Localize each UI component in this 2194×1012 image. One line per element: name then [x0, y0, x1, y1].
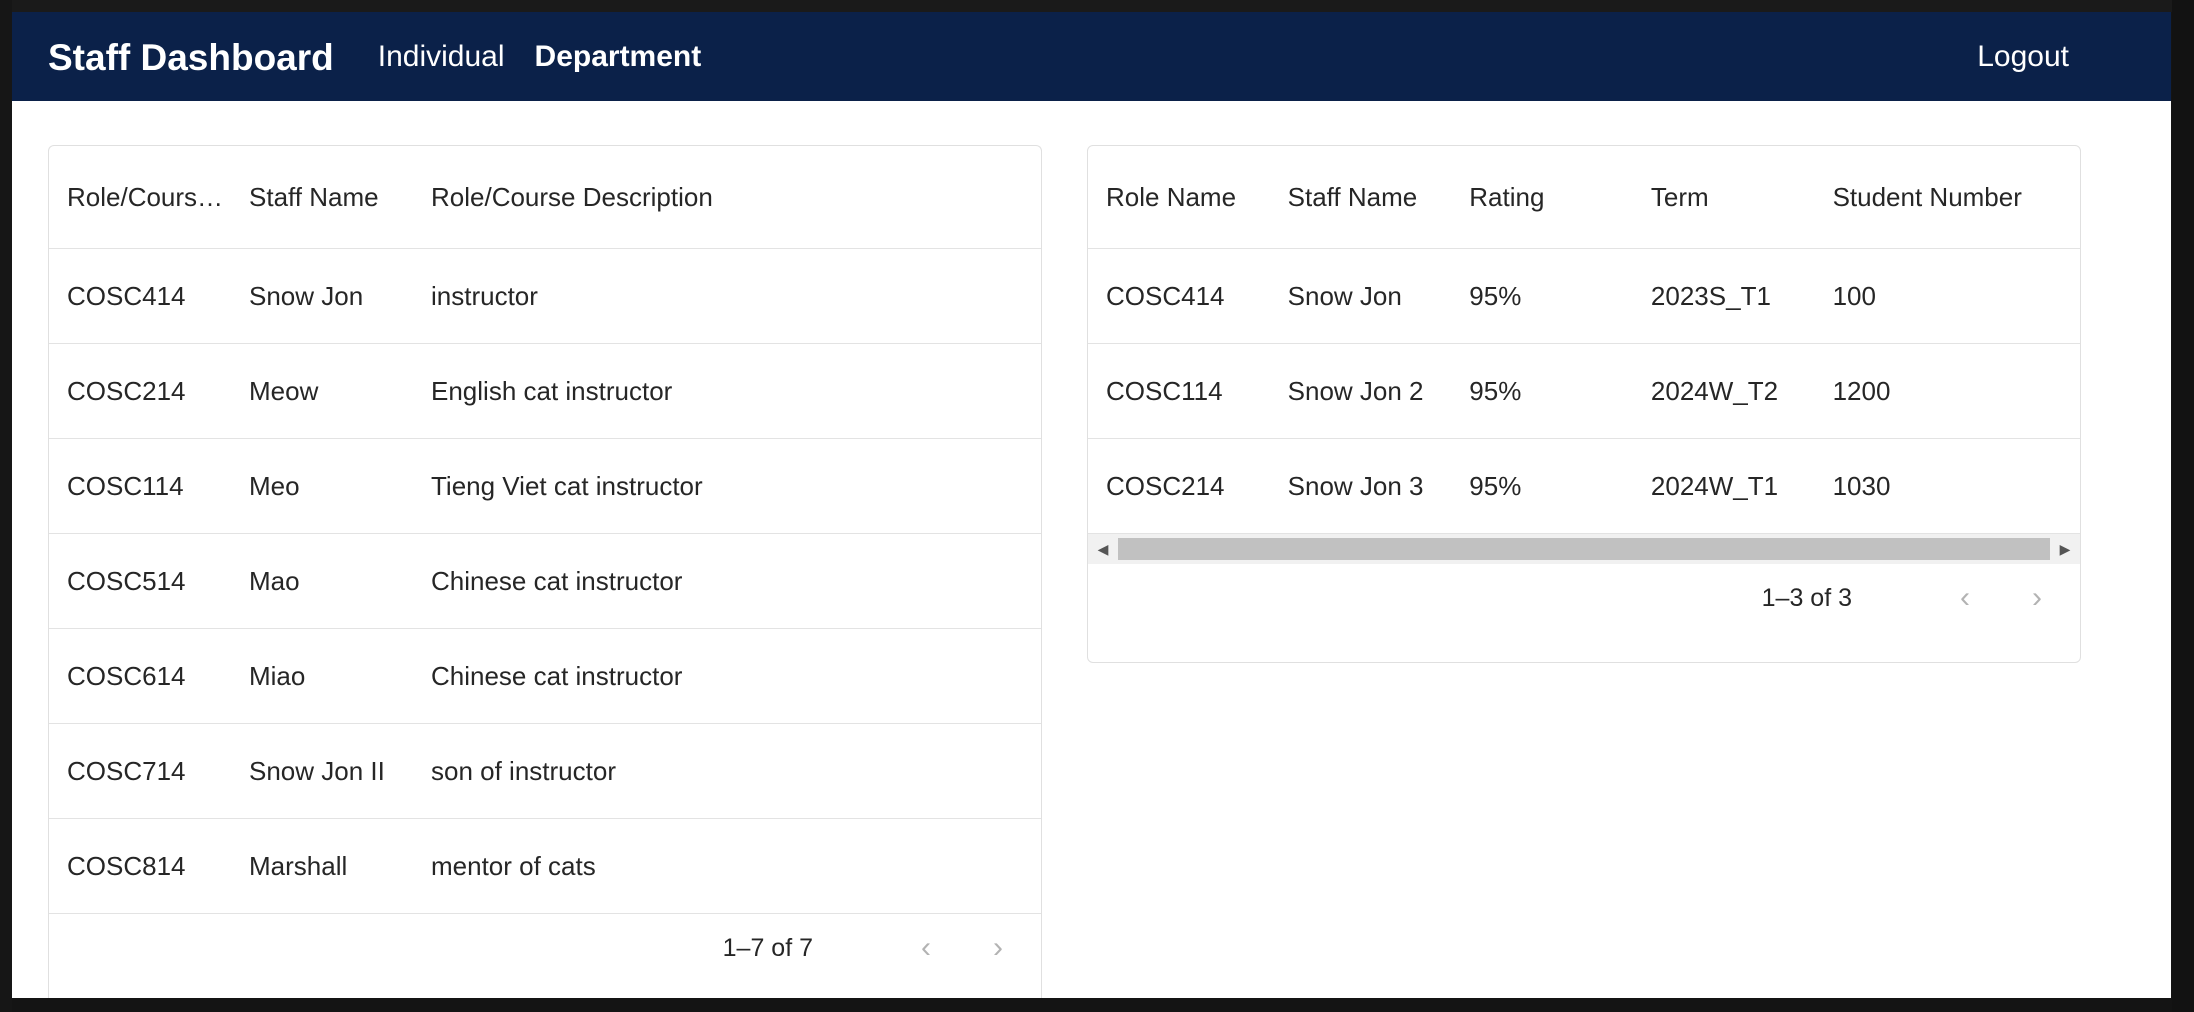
cell-role-course: COSC114: [67, 470, 184, 501]
chevron-left-icon[interactable]: ‹: [1950, 581, 1980, 614]
table-row[interactable]: COSC414 Snow Jon 95% 2023S_T1 100: [1088, 249, 2080, 344]
pagination-count: 1–7 of 7: [722, 933, 813, 962]
cell-term: 2024W_T2: [1650, 375, 1779, 406]
table-row[interactable]: COSC114 Snow Jon 2 95% 2024W_T2 1200: [1088, 344, 2080, 439]
table-row[interactable]: COSC114 Meo Tieng Viet cat instructor: [49, 439, 1041, 534]
cell-term: 2024W_T1: [1650, 470, 1779, 501]
column-header-staff-name[interactable]: Staff Name: [231, 182, 413, 213]
column-header-role-name[interactable]: Role Name: [1088, 182, 1270, 213]
pagination: 1–3 of 3 ‹ ›: [1088, 564, 2080, 632]
roles-courses-table: Role/Cours… Staff Name Role/Course Descr…: [48, 145, 1042, 998]
table-row[interactable]: COSC514 Mao Chinese cat instructor: [49, 534, 1041, 629]
cell-term: 2023S_T1: [1650, 280, 1771, 311]
cell-staff-name: Miao: [249, 660, 306, 691]
cell-description: English cat instructor: [431, 375, 673, 406]
nav-link-department[interactable]: Department: [535, 40, 702, 74]
cell-role-course: COSC714: [67, 755, 186, 786]
logout-button[interactable]: Logout: [1977, 40, 2069, 74]
scrollbar-thumb[interactable]: [1118, 538, 2050, 560]
cell-staff-name: Snow Jon 2: [1287, 375, 1424, 406]
table-row[interactable]: COSC214 Snow Jon 3 95% 2024W_T1 1030: [1088, 439, 2080, 534]
horizontal-scrollbar[interactable]: ◀ ▶: [1088, 534, 2080, 564]
cell-description: son of instructor: [431, 755, 616, 786]
background-window-right: [2172, 0, 2194, 1012]
table-row[interactable]: COSC714 Snow Jon II son of instructor: [49, 724, 1041, 819]
nav-link-individual[interactable]: Individual: [378, 40, 505, 74]
column-header-term[interactable]: Term: [1633, 182, 1815, 213]
app-window: Staff Dashboard Individual Department Lo…: [12, 12, 2171, 998]
brand-title[interactable]: Staff Dashboard: [48, 37, 334, 79]
background-window-top: [0, 0, 2194, 12]
cell-role-course: COSC814: [67, 850, 186, 881]
pagination: 1–7 of 7 ‹ ›: [49, 914, 1041, 982]
background-window-left: [0, 0, 12, 1012]
table-row[interactable]: COSC814 Marshall mentor of cats: [49, 819, 1041, 914]
table-header-row: Role Name Staff Name Rating Term Student…: [1088, 146, 2080, 249]
column-header-description[interactable]: Role/Course Description: [413, 182, 1041, 213]
table-body: COSC414 Snow Jon 95% 2023S_T1 100 COSC114 Snow…: [1088, 249, 2080, 534]
cell-description: Tieng Viet cat instructor: [431, 470, 703, 501]
chevron-left-icon[interactable]: ‹: [911, 931, 941, 964]
scroll-left-icon[interactable]: ◀: [1088, 534, 1118, 564]
cell-student-number: 1030: [1832, 470, 1891, 501]
cell-role-course: COSC214: [67, 375, 186, 406]
cell-rating: 95%: [1469, 470, 1522, 501]
cell-staff-name: Snow Jon 3: [1287, 470, 1424, 501]
cell-role-course: COSC414: [67, 280, 186, 311]
cell-staff-name: Meo: [249, 470, 300, 501]
table-body: COSC414 Snow Jon instructor COSC214 Meow Engl…: [49, 249, 1041, 914]
cell-rating: 95%: [1469, 280, 1522, 311]
ratings-table: Role Name Staff Name Rating Term Student…: [1087, 145, 2081, 663]
cell-student-number: 100: [1832, 280, 1876, 311]
scroll-right-icon[interactable]: ▶: [2050, 534, 2080, 564]
column-header-staff-name[interactable]: Staff Name: [1270, 182, 1452, 213]
column-header-student-number[interactable]: Student Number: [1815, 182, 2080, 213]
chevron-right-icon[interactable]: ›: [2022, 581, 2052, 614]
pagination-count: 1–3 of 3: [1761, 583, 1852, 612]
cell-description: mentor of cats: [431, 850, 596, 881]
cell-role-name: COSC214: [1106, 470, 1225, 501]
scrollbar-track[interactable]: [1118, 534, 2050, 564]
cell-student-number: 1200: [1832, 375, 1891, 406]
cell-staff-name: Snow Jon II: [249, 755, 385, 786]
table-row[interactable]: COSC414 Snow Jon instructor: [49, 249, 1041, 344]
cell-staff-name: Meow: [249, 375, 319, 406]
cell-role-name: COSC414: [1106, 280, 1225, 311]
cell-description: Chinese cat instructor: [431, 660, 683, 691]
table-row[interactable]: COSC614 Miao Chinese cat instructor: [49, 629, 1041, 724]
cell-role-course: COSC614: [67, 660, 186, 691]
cell-staff-name: Snow Jon: [249, 280, 364, 311]
cell-role-name: COSC114: [1106, 375, 1223, 406]
cell-staff-name: Snow Jon: [1287, 280, 1402, 311]
cell-rating: 95%: [1469, 375, 1522, 406]
table-header-row: Role/Cours… Staff Name Role/Course Descr…: [49, 146, 1041, 249]
cell-description: Chinese cat instructor: [431, 565, 683, 596]
cell-description: instructor: [431, 280, 538, 311]
navbar: Staff Dashboard Individual Department Lo…: [12, 12, 2171, 101]
column-header-role-course[interactable]: Role/Cours…: [49, 182, 231, 213]
column-header-rating[interactable]: Rating: [1451, 182, 1633, 213]
cell-role-course: COSC514: [67, 565, 186, 596]
chevron-right-icon[interactable]: ›: [983, 931, 1013, 964]
cell-staff-name: Marshall: [249, 850, 348, 881]
cell-staff-name: Mao: [249, 565, 300, 596]
table-row[interactable]: COSC214 Meow English cat instructor: [49, 344, 1041, 439]
